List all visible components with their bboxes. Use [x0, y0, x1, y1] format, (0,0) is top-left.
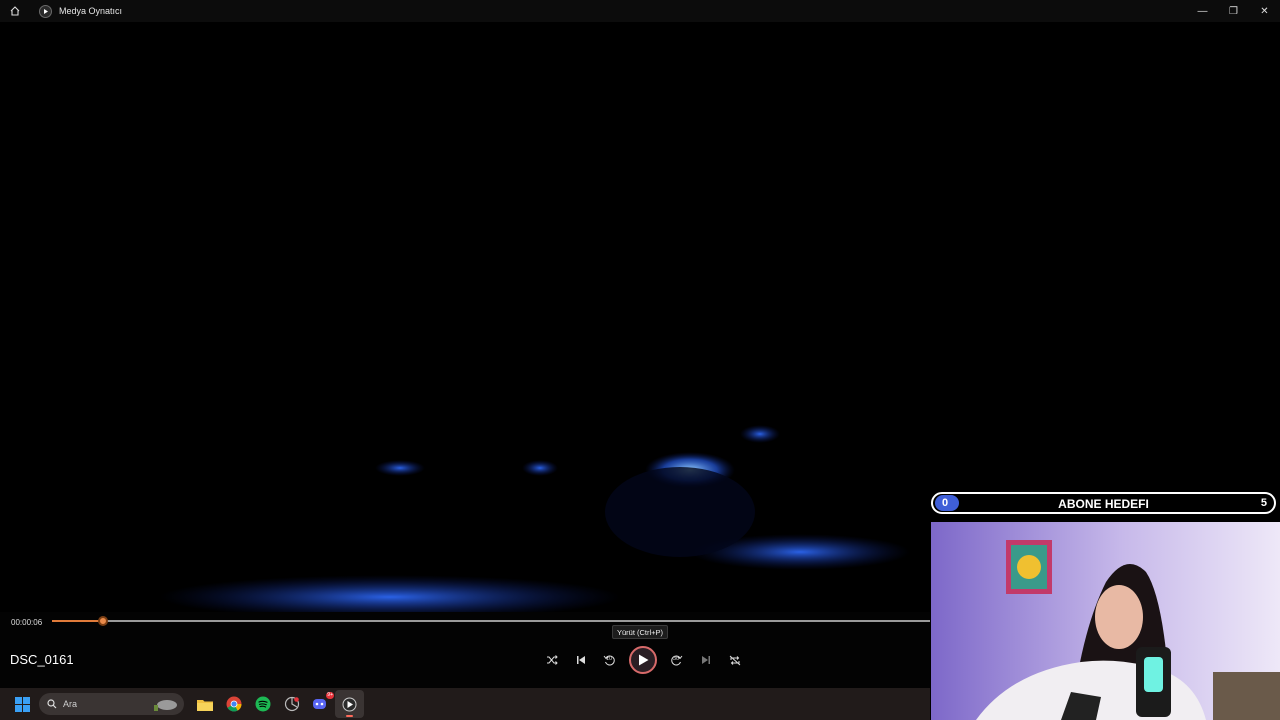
home-icon [10, 6, 20, 16]
app-generic-icon [284, 696, 299, 712]
windows-icon [14, 696, 30, 712]
minimize-button[interactable]: — [1187, 0, 1218, 22]
webcam-scene [931, 522, 1280, 720]
discord-icon [313, 699, 326, 709]
home-button[interactable] [0, 0, 30, 22]
repeat-button[interactable] [720, 648, 749, 672]
seek-progress [52, 620, 103, 622]
video-frame[interactable] [0, 22, 930, 612]
taskbar-search[interactable]: Ara [39, 693, 184, 715]
restore-button[interactable]: ❐ [1218, 0, 1249, 22]
previous-button[interactable] [566, 648, 595, 672]
close-button[interactable]: ✕ [1249, 0, 1280, 22]
shuffle-icon [546, 655, 558, 665]
play-icon [638, 654, 648, 666]
minimize-icon: — [1197, 5, 1208, 17]
taskbar: Ara 9+ [0, 688, 930, 720]
seek-bar[interactable] [52, 616, 930, 626]
seek-thumb[interactable] [97, 616, 108, 626]
play-button[interactable] [629, 646, 657, 674]
shuffle-button[interactable] [537, 648, 566, 672]
chrome-icon [226, 696, 241, 712]
skip-forward-label: 30 [673, 656, 680, 662]
taskbar-app-generic[interactable] [277, 690, 306, 718]
discord-badge: 9+ [326, 692, 334, 699]
taskbar-media-player[interactable] [335, 690, 364, 718]
close-icon: ✕ [1260, 5, 1269, 17]
file-name: DSC_0161 [10, 652, 74, 667]
search-highlight-icon [154, 700, 177, 711]
play-tooltip: Yürüt (Ctrl+P) [612, 625, 669, 639]
window-title: Medya Oynatıcı [59, 6, 123, 16]
repeat-off-icon [729, 655, 740, 665]
subscriber-goal-bar: 0 ABONE HEDEFI 5 [931, 492, 1276, 514]
spotify-icon [255, 696, 270, 712]
skip-back-button[interactable]: 10 [595, 648, 624, 672]
goal-title: ABONE HEDEFI [1058, 497, 1149, 511]
skip-forward-button[interactable]: 30 [662, 648, 691, 672]
start-button[interactable] [9, 691, 35, 717]
taskbar-file-explorer[interactable] [190, 690, 219, 718]
skip-back-label: 10 [606, 656, 613, 662]
taskbar-discord[interactable]: 9+ [306, 690, 335, 718]
current-time: 00:00:06 [11, 618, 43, 627]
active-app-indicator [346, 715, 353, 717]
previous-icon [576, 656, 585, 664]
media-player-app-icon [39, 4, 52, 18]
folder-icon [196, 699, 213, 711]
restore-icon: ❐ [1229, 5, 1238, 17]
webcam-feed [931, 522, 1280, 720]
taskbar-spotify[interactable] [248, 690, 277, 718]
next-icon [701, 656, 710, 664]
video-scene [0, 22, 930, 612]
player-controls: 00:00:06 Yürüt (Ctrl+P) DSC_0161 10 30 [0, 612, 930, 688]
taskbar-chrome[interactable] [219, 690, 248, 718]
transport-controls: 10 30 [537, 646, 749, 674]
goal-target: 5 [1260, 497, 1267, 509]
search-icon [47, 699, 57, 709]
next-button[interactable] [691, 648, 720, 672]
title-bar: Medya Oynatıcı — ❐ ✕ [0, 0, 1280, 22]
media-player-icon [342, 697, 357, 711]
search-placeholder: Ara [63, 699, 78, 709]
